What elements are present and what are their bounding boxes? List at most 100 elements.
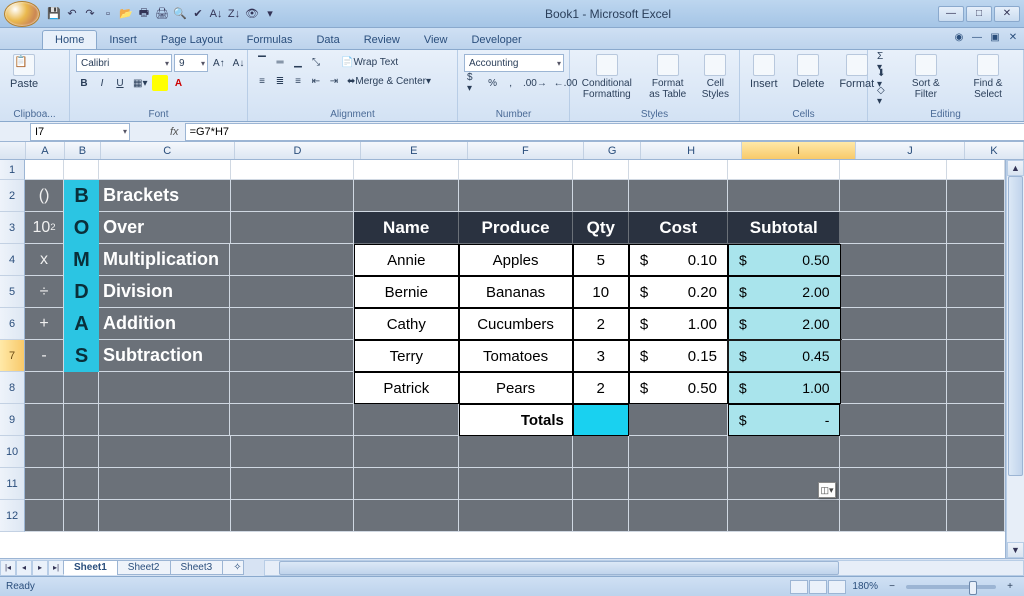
cell[interactable]: $0.15 (629, 340, 728, 372)
comma-icon[interactable]: , (503, 75, 519, 91)
cell[interactable]: Cathy (354, 308, 458, 340)
col-header[interactable]: H (641, 142, 742, 159)
spell-icon[interactable]: ✔ (190, 6, 206, 22)
mdi-minimize-icon[interactable]: — (970, 30, 984, 44)
cell[interactable]: Bananas (459, 276, 573, 308)
row-header[interactable]: 1 (0, 160, 25, 180)
sheet-nav-prev-icon[interactable]: ◂ (16, 560, 32, 576)
cell[interactable]: Cost (629, 212, 728, 244)
cell[interactable]: 10 (573, 276, 629, 308)
delete-cells-button[interactable]: Delete (787, 52, 831, 92)
row-header[interactable]: 2 (0, 180, 25, 212)
tab-review[interactable]: Review (352, 31, 412, 49)
number-format-combo[interactable]: Accounting (464, 54, 564, 72)
col-header[interactable]: F (468, 142, 584, 159)
font-color-button[interactable]: A (170, 75, 186, 91)
active-cell[interactable]: $0.45 (728, 340, 841, 372)
font-size-combo[interactable]: 9 (174, 54, 208, 72)
sort-filter-button[interactable]: Sort & Filter (898, 52, 954, 102)
cell[interactable]: $2.00 (728, 308, 841, 340)
col-header[interactable]: E (361, 142, 468, 159)
wrap-text-button[interactable]: 📄 Wrap Text (338, 54, 401, 70)
sheet-tab[interactable]: Sheet2 (117, 560, 171, 575)
tab-data[interactable]: Data (304, 31, 351, 49)
row-header[interactable]: 10 (0, 436, 25, 468)
name-box[interactable]: I7 (30, 123, 130, 141)
horizontal-scrollbar[interactable] (264, 560, 1024, 576)
cell[interactable]: 102 (25, 212, 64, 244)
clear-icon[interactable]: ◇ ▾ (874, 88, 893, 104)
select-all-button[interactable] (0, 142, 26, 159)
new-icon[interactable]: ▫ (100, 6, 116, 22)
cell[interactable] (573, 404, 629, 436)
col-header[interactable]: D (235, 142, 361, 159)
shrink-font-icon[interactable]: A↓ (230, 55, 248, 71)
view-layout-icon[interactable] (809, 580, 827, 594)
cell[interactable]: Annie (354, 244, 458, 276)
new-sheet-icon[interactable]: ✧ (222, 560, 244, 575)
cell[interactable]: 2 (573, 372, 629, 404)
maximize-button[interactable]: □ (966, 6, 992, 22)
align-center-icon[interactable]: ≣ (272, 73, 288, 89)
border-button[interactable]: ▦▾ (130, 75, 150, 91)
format-table-button[interactable]: Format as Table (643, 52, 693, 102)
scroll-down-icon[interactable]: ▼ (1007, 542, 1024, 558)
sheet-tab[interactable]: Sheet3 (170, 560, 224, 575)
sort-desc-icon[interactable]: Z↓ (226, 6, 242, 22)
tab-page-layout[interactable]: Page Layout (149, 31, 235, 49)
row-header[interactable]: 6 (0, 308, 25, 340)
scroll-thumb[interactable] (1008, 176, 1023, 476)
scroll-up-icon[interactable]: ▲ (1007, 160, 1024, 176)
row-header[interactable]: 7 (0, 340, 25, 372)
col-header[interactable]: B (65, 142, 101, 159)
cell[interactable]: ÷ (25, 276, 64, 308)
grid[interactable]: 1 2 () B Brackets 3 102 O Over Name Prod… (0, 160, 1006, 558)
fx-icon[interactable]: fx (170, 126, 179, 138)
zoom-level[interactable]: 180% (852, 581, 878, 592)
sort-asc-icon[interactable]: A↓ (208, 6, 224, 22)
col-header[interactable]: I (742, 142, 856, 159)
vertical-scrollbar[interactable]: ▲ ▼ (1006, 160, 1024, 558)
cell[interactable]: () (25, 180, 64, 212)
col-header[interactable]: J (856, 142, 965, 159)
cell[interactable]: $0.50 (728, 244, 841, 276)
cell[interactable]: Apples (459, 244, 573, 276)
merge-center-button[interactable]: ⬌ Merge & Center ▾ (344, 73, 434, 89)
row-header[interactable]: 12 (0, 500, 25, 532)
cell[interactable]: Qty (573, 212, 629, 244)
grow-font-icon[interactable]: A↑ (210, 55, 228, 71)
row-header[interactable]: 5 (0, 276, 25, 308)
bold-button[interactable]: B (76, 75, 92, 91)
align-right-icon[interactable]: ≡ (290, 73, 306, 89)
cell[interactable]: $- (728, 404, 841, 436)
redo-icon[interactable]: ↷ (82, 6, 98, 22)
minimize-button[interactable]: — (938, 6, 964, 22)
cell[interactable]: Multiplication (99, 244, 230, 276)
cell[interactable]: Pears (459, 372, 573, 404)
col-header[interactable]: K (965, 142, 1024, 159)
cell[interactable]: $0.20 (629, 276, 728, 308)
cell[interactable]: Totals (459, 404, 573, 436)
cell[interactable]: $2.00 (728, 276, 841, 308)
tab-formulas[interactable]: Formulas (235, 31, 305, 49)
find-select-button[interactable]: Find & Select (957, 52, 1019, 102)
cell[interactable]: Cucumbers (459, 308, 573, 340)
col-header[interactable]: C (101, 142, 235, 159)
row-header[interactable]: 3 (0, 212, 25, 244)
inc-decimal-icon[interactable]: .00→ (521, 75, 550, 91)
formula-input[interactable]: =G7*H7 (185, 123, 1024, 141)
open-icon[interactable]: 📂 (118, 6, 134, 22)
office-button[interactable] (4, 1, 40, 27)
help-icon[interactable]: ◉ (952, 30, 966, 44)
tab-insert[interactable]: Insert (97, 31, 149, 49)
sheet-nav-next-icon[interactable]: ▸ (32, 560, 48, 576)
row-header[interactable]: 4 (0, 244, 25, 276)
cell[interactable]: M (64, 244, 99, 276)
quickprint-icon[interactable]: 🖨 (154, 6, 170, 22)
tab-view[interactable]: View (412, 31, 460, 49)
save-icon[interactable]: 💾 (46, 6, 62, 22)
print-icon[interactable]: 🖶 (136, 6, 152, 22)
cell[interactable]: Subtraction (99, 340, 230, 372)
cell-styles-button[interactable]: Cell Styles (696, 52, 735, 102)
cell[interactable]: D (64, 276, 99, 308)
